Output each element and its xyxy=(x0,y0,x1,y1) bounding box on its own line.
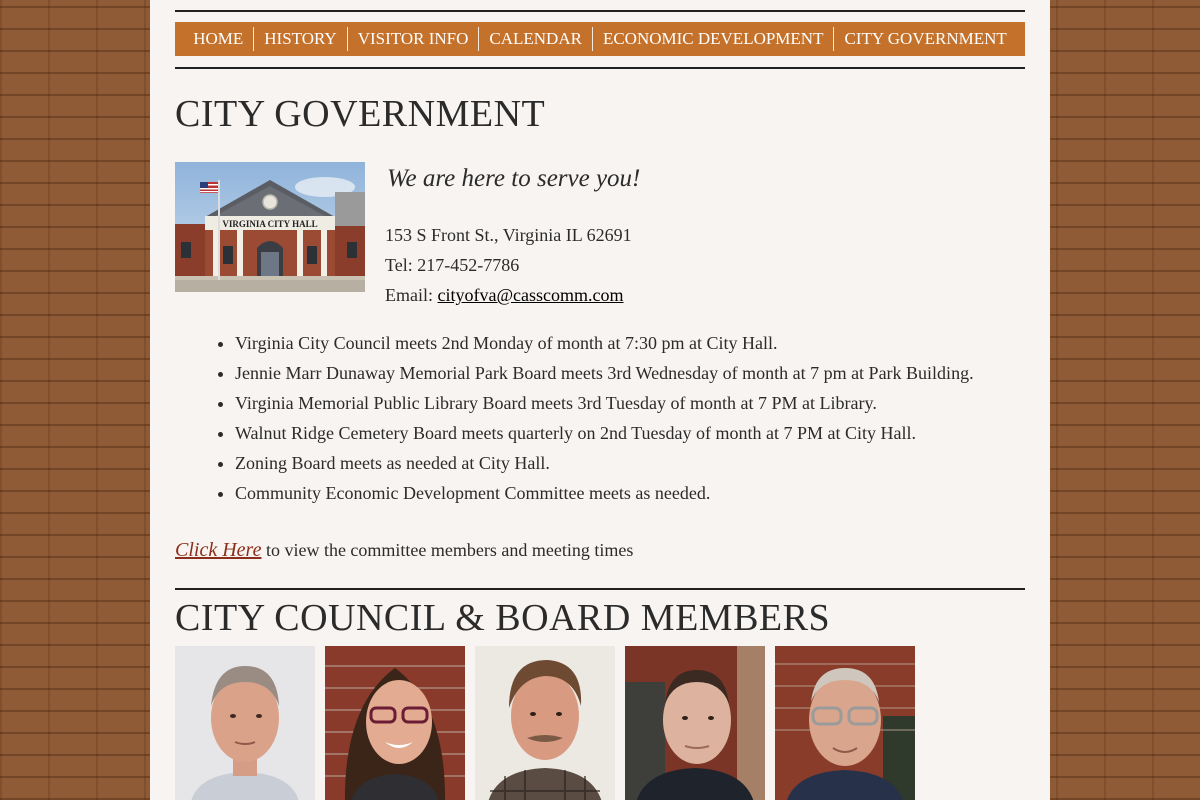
committee-link-line: Click Here to view the committee members… xyxy=(175,539,633,562)
members-heading: CITY COUNCIL & BOARD MEMBERS xyxy=(175,597,831,639)
list-item: Zoning Board meets as needed at City Hal… xyxy=(235,448,974,478)
nav-economic-development[interactable]: ECONOMIC DEVELOPMENT xyxy=(591,27,834,51)
click-here-link[interactable]: Click Here xyxy=(175,539,261,561)
list-item: Virginia Memorial Public Library Board m… xyxy=(235,388,974,418)
list-item: Virginia City Council meets 2nd Monday o… xyxy=(235,328,974,358)
member-photo xyxy=(775,646,915,800)
member-photo xyxy=(325,646,465,800)
member-photo xyxy=(175,646,315,800)
section-divider xyxy=(175,588,1025,590)
nav-history[interactable]: HISTORY xyxy=(253,27,346,51)
nav-city-government[interactable]: CITY GOVERNMENT xyxy=(833,27,1016,51)
tagline: We are here to serve you! xyxy=(387,165,641,192)
email-line: Email: cityofva@casscomm.com xyxy=(385,280,632,310)
phone: Tel: 217-452-7786 xyxy=(385,255,520,275)
main-nav: HOME HISTORY VISITOR INFO CALENDAR ECONO… xyxy=(175,22,1025,56)
email-label: Email: xyxy=(385,285,438,305)
meetings-list: Virginia City Council meets 2nd Monday o… xyxy=(175,328,974,508)
nav-divider xyxy=(175,67,1025,69)
page-container: HOME HISTORY VISITOR INFO CALENDAR ECONO… xyxy=(150,0,1050,800)
email-link[interactable]: cityofva@casscomm.com xyxy=(438,285,624,305)
member-photo xyxy=(625,646,765,800)
list-item: Community Economic Development Committee… xyxy=(235,478,974,508)
nav-calendar[interactable]: CALENDAR xyxy=(478,27,592,51)
member-photo xyxy=(475,646,615,800)
nav-visitor-info[interactable]: VISITOR INFO xyxy=(346,27,479,51)
contact-info: 153 S Front St., Virginia IL 62691 Tel: … xyxy=(385,220,632,310)
city-hall-sign-text: VIRGINIA CITY HALL xyxy=(222,219,317,229)
top-divider xyxy=(175,10,1025,12)
list-item: Walnut Ridge Cemetery Board meets quarte… xyxy=(235,418,974,448)
list-item: Jennie Marr Dunaway Memorial Park Board … xyxy=(235,358,974,388)
page-title: CITY GOVERNMENT xyxy=(175,93,546,135)
nav-home[interactable]: HOME xyxy=(183,27,253,51)
address: 153 S Front St., Virginia IL 62691 xyxy=(385,225,632,245)
city-hall-photo: VIRGINIA CITY HALL xyxy=(175,162,365,292)
committee-link-text: to view the committee members and meetin… xyxy=(261,540,634,560)
member-photos xyxy=(175,646,915,800)
